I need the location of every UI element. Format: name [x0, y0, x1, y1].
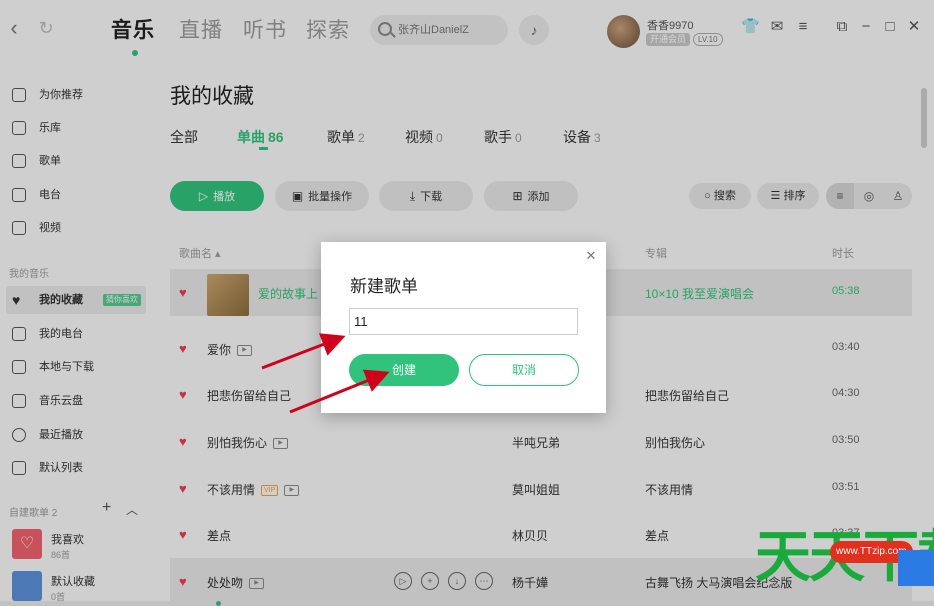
annotation-arrows [261, 333, 390, 414]
arrow-to-create [289, 369, 390, 414]
arrow-to-input [261, 333, 346, 370]
watermark-download-icon [898, 550, 934, 586]
